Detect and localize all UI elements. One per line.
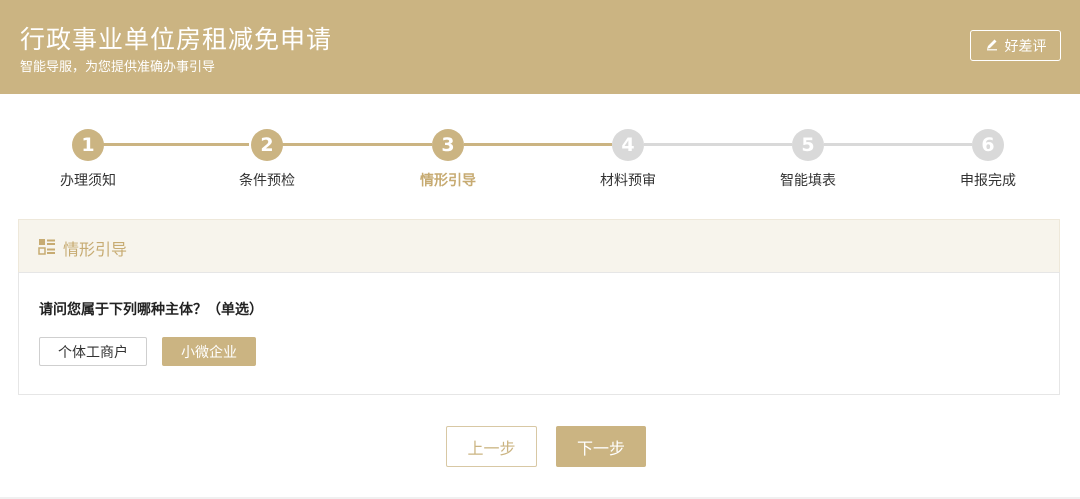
step-circle: 6 xyxy=(972,129,1004,161)
list-grid-icon xyxy=(38,238,56,256)
option-small-micro-enterprise[interactable]: 小微企业 xyxy=(162,337,256,366)
step-label: 情形引导 xyxy=(420,173,476,189)
question-text: 请问您属于下列哪种主体？（单选） xyxy=(39,302,263,318)
option-individual-business[interactable]: 个体工商户 xyxy=(39,337,147,366)
step-circle: 4 xyxy=(612,129,644,161)
step-label: 申报完成 xyxy=(960,173,1016,189)
page-subtitle: 智能导服，为您提供准确办事引导 xyxy=(20,60,216,75)
step-circle: 1 xyxy=(72,129,104,161)
page-header: 行政事业单位房租减免申请 智能导服，为您提供准确办事引导 好差评 xyxy=(0,0,1080,94)
panel-body: 请问您属于下列哪种主体？（单选） 个体工商户 小微企业 xyxy=(18,272,1060,395)
step-circle: 2 xyxy=(251,129,283,161)
review-button-label: 好差评 xyxy=(1004,38,1047,55)
pencil-icon xyxy=(985,37,999,55)
step-label: 材料预审 xyxy=(600,173,656,189)
step-connector xyxy=(281,143,432,146)
next-step-button[interactable]: 下一步 xyxy=(556,426,646,467)
step-label: 条件预检 xyxy=(239,173,295,189)
panel-title: 情形引导 xyxy=(63,240,128,259)
panel-header: 情形引导 xyxy=(18,219,1060,272)
prev-step-button[interactable]: 上一步 xyxy=(446,426,537,467)
step-connector xyxy=(824,143,972,146)
step-circle: 3 xyxy=(432,129,464,161)
step-label: 办理须知 xyxy=(60,173,116,189)
step-circle: 5 xyxy=(792,129,824,161)
step-connector xyxy=(464,143,612,146)
review-button[interactable]: 好差评 xyxy=(970,30,1061,61)
step-label: 智能填表 xyxy=(780,173,836,189)
step-connector xyxy=(644,143,792,146)
step-connector xyxy=(102,143,249,146)
page-title: 行政事业单位房租减免申请 xyxy=(20,25,333,54)
